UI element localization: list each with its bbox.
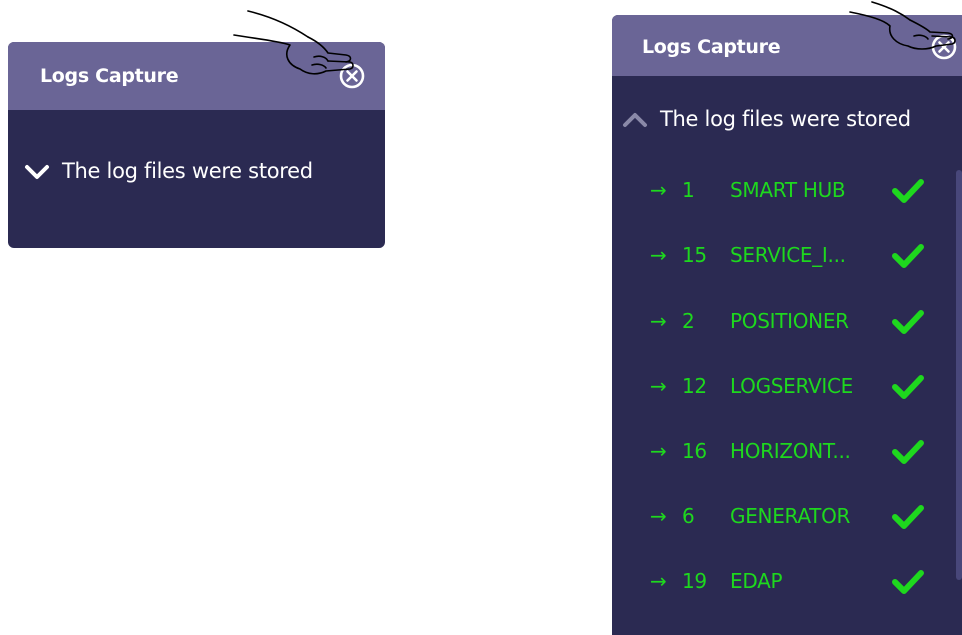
dialog-header: Logs Capture: [612, 15, 962, 76]
arrow-icon: →: [650, 439, 667, 463]
dialog-title: Logs Capture: [642, 36, 781, 58]
close-circle-icon: [931, 34, 957, 60]
logs-capture-dialog-expanded: Logs Capture The log files were stored →…: [612, 15, 962, 635]
dialog-title: Logs Capture: [40, 65, 179, 87]
log-name: GENERATOR: [730, 504, 851, 528]
arrow-icon: →: [650, 309, 667, 333]
arrow-icon: →: [650, 504, 667, 528]
check-icon: [890, 502, 926, 532]
check-icon: [890, 437, 926, 467]
status-toggle[interactable]: The log files were stored: [622, 107, 911, 131]
log-name: SERVICE_I...: [730, 243, 846, 267]
log-item: → 2 POSITIONER: [612, 301, 962, 341]
log-id: 15: [682, 243, 707, 267]
status-text: The log files were stored: [62, 159, 313, 183]
log-name: EDAP: [730, 569, 783, 593]
log-id: 16: [682, 439, 707, 463]
close-circle-icon: [339, 63, 365, 89]
log-id: 2: [682, 309, 695, 333]
check-icon: [890, 372, 926, 402]
check-icon: [890, 176, 926, 206]
close-button[interactable]: [338, 62, 366, 90]
chevron-down-icon: [24, 162, 50, 182]
arrow-icon: →: [650, 178, 667, 202]
log-item: → 1 SMART HUB: [612, 170, 962, 210]
log-item: → 6 GENERATOR: [612, 496, 962, 536]
log-name: POSITIONER: [730, 309, 849, 333]
status-toggle[interactable]: The log files were stored: [24, 159, 313, 183]
arrow-icon: →: [650, 374, 667, 398]
chevron-up-icon: [622, 110, 648, 130]
log-id: 6: [682, 504, 695, 528]
scrollbar[interactable]: [956, 170, 962, 580]
log-item: → 19 EDAP: [612, 561, 962, 601]
arrow-icon: →: [650, 243, 667, 267]
log-name: SMART HUB: [730, 178, 846, 202]
dialog-header: Logs Capture: [8, 42, 385, 110]
log-id: 12: [682, 374, 707, 398]
log-item: → 15 SERVICE_I...: [612, 235, 962, 275]
log-name: LOGSERVICE: [730, 374, 853, 398]
log-id: 19: [682, 569, 707, 593]
check-icon: [890, 307, 926, 337]
close-button[interactable]: [930, 33, 958, 61]
check-icon: [890, 241, 926, 271]
check-icon: [890, 567, 926, 597]
status-text: The log files were stored: [660, 107, 911, 131]
log-item: → 16 HORIZONT...: [612, 431, 962, 471]
log-id: 1: [682, 178, 695, 202]
arrow-icon: →: [650, 569, 667, 593]
logs-capture-dialog-collapsed: Logs Capture The log files were stored: [8, 42, 385, 248]
log-item: → 12 LOGSERVICE: [612, 366, 962, 406]
log-name: HORIZONT...: [730, 439, 851, 463]
